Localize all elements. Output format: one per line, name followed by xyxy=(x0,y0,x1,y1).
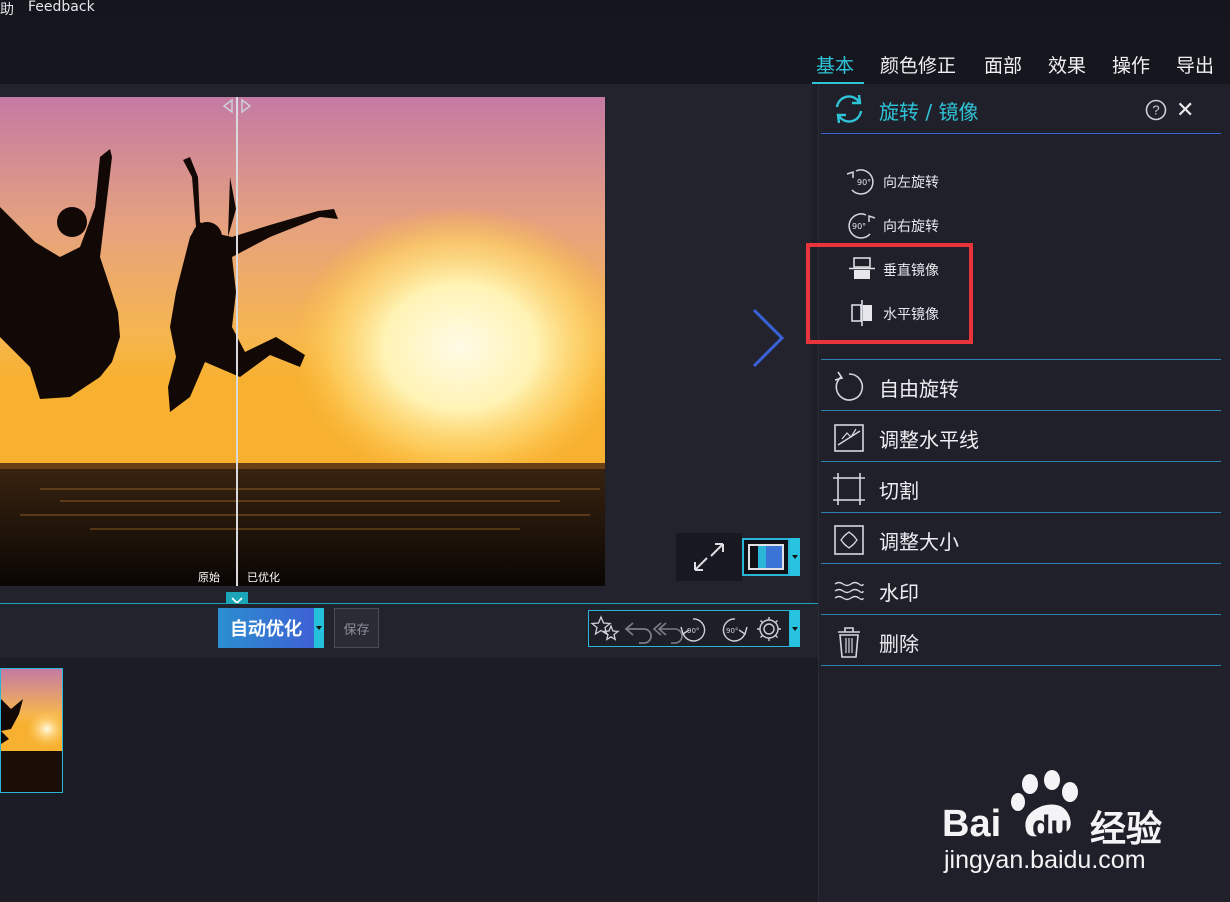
compare-drag-arrows-icon[interactable] xyxy=(220,98,254,114)
watermark-button[interactable]: 水印 xyxy=(826,568,1216,614)
resize-label: 调整大小 xyxy=(879,530,959,554)
tab-face[interactable]: 面部 xyxy=(984,51,1022,78)
save-button[interactable]: 保存 xyxy=(334,608,379,648)
menu-help[interactable]: 助 xyxy=(0,0,14,19)
tab-effects[interactable]: 效果 xyxy=(1048,51,1086,78)
resize-icon xyxy=(834,525,864,555)
svg-text:90°: 90° xyxy=(857,178,871,187)
caret-down-icon xyxy=(792,555,798,559)
quick-tools-dropdown[interactable] xyxy=(790,610,800,647)
divider xyxy=(821,461,1221,462)
delete-label: 删除 xyxy=(879,632,919,656)
caret-down-icon xyxy=(316,626,322,630)
rotate-mirror-icon xyxy=(835,94,863,124)
active-tab-indicator xyxy=(812,82,864,84)
thumbnail-image xyxy=(1,669,62,792)
question-circle-icon[interactable]: ? xyxy=(1145,99,1167,121)
crop-label: 切割 xyxy=(879,479,919,503)
tab-basic[interactable]: 基本 xyxy=(816,51,854,78)
resize-button[interactable]: 调整大小 xyxy=(826,517,1216,563)
svg-text:?: ? xyxy=(1152,103,1159,118)
tab-color-correction[interactable]: 颜色修正 xyxy=(880,51,956,78)
divider xyxy=(821,614,1221,615)
mirror-highlight-box xyxy=(806,243,973,344)
caret-down-icon xyxy=(792,627,798,631)
view-toggle-dropdown[interactable] xyxy=(790,538,800,576)
expand-icon xyxy=(694,543,724,571)
auto-optimize-button[interactable]: 自动优化 xyxy=(218,608,314,648)
rotate-right-90-icon[interactable]: 90° xyxy=(722,618,748,642)
straighten-label: 调整水平线 xyxy=(879,428,979,452)
compare-view-toggle[interactable] xyxy=(742,538,790,576)
quick-tools-icons: 90° 90° xyxy=(590,615,781,644)
split-view-icon xyxy=(748,544,784,570)
rotate-left-label: 向左旋转 xyxy=(883,175,939,191)
optimized-label: 已优化 xyxy=(247,571,280,584)
menu-feedback[interactable]: Feedback xyxy=(28,0,95,15)
watermark-label: 水印 xyxy=(879,581,919,605)
compare-divider[interactable] xyxy=(236,97,238,586)
divider xyxy=(821,665,1221,666)
svg-text:90°: 90° xyxy=(852,222,866,231)
original-label: 原始 xyxy=(198,571,220,584)
crop-button[interactable]: 切割 xyxy=(826,466,1216,512)
baidu-watermark-cn: 经验 xyxy=(1090,809,1163,850)
rotate-left-90-icon: 90° xyxy=(846,169,874,195)
fullscreen-button[interactable] xyxy=(676,533,742,581)
free-rotate-icon xyxy=(834,371,864,401)
divider xyxy=(821,563,1221,564)
undo-all-icon[interactable] xyxy=(652,622,683,644)
trash-icon xyxy=(838,627,860,658)
svg-text:90°: 90° xyxy=(687,627,699,635)
settings-gear-icon[interactable] xyxy=(757,617,781,641)
delete-button[interactable]: 删除 xyxy=(826,619,1216,665)
svg-text:90°: 90° xyxy=(726,627,738,635)
tab-operations[interactable]: 操作 xyxy=(1112,51,1150,78)
crop-icon xyxy=(833,473,865,505)
rotate-left-90-icon[interactable]: 90° xyxy=(680,618,706,642)
section-divider xyxy=(821,133,1221,134)
rotate-right-90-icon: 90° xyxy=(848,213,876,239)
tab-export[interactable]: 导出 xyxy=(1176,51,1214,78)
favorite-stars-icon[interactable] xyxy=(590,615,620,641)
section-title[interactable]: 旋转 / 镜像 xyxy=(879,96,978,125)
quick-tools-group: 90° 90° xyxy=(588,610,790,647)
divider xyxy=(821,512,1221,513)
sunset-photo xyxy=(0,97,605,586)
photo-thumbnail[interactable] xyxy=(0,668,63,793)
straighten-button[interactable]: 调整水平线 xyxy=(826,415,1216,461)
rotate-right-label: 向右旋转 xyxy=(883,219,939,235)
watermark-icon xyxy=(834,581,864,601)
baidu-watermark-url: jingyan.baidu.com xyxy=(944,846,1146,874)
next-photo-chevron-icon[interactable] xyxy=(748,306,788,370)
auto-optimize-dropdown[interactable] xyxy=(314,608,324,648)
divider xyxy=(821,410,1221,411)
free-rotate-button[interactable]: 自由旋转 xyxy=(826,364,1216,410)
editor-header-strip xyxy=(0,18,812,84)
close-section-icon[interactable]: ✕ xyxy=(1176,98,1194,123)
baidu-watermark-left: Bai xyxy=(942,803,1002,845)
photo-preview[interactable] xyxy=(0,97,605,586)
free-rotate-label: 自由旋转 xyxy=(879,377,959,401)
undo-icon[interactable] xyxy=(624,622,652,644)
divider xyxy=(821,359,1221,360)
filmstrip xyxy=(0,658,818,902)
menu-bar: 助 Feedback xyxy=(0,0,1230,18)
baidu-watermark-du: du xyxy=(1032,810,1069,843)
straighten-icon xyxy=(834,424,864,452)
